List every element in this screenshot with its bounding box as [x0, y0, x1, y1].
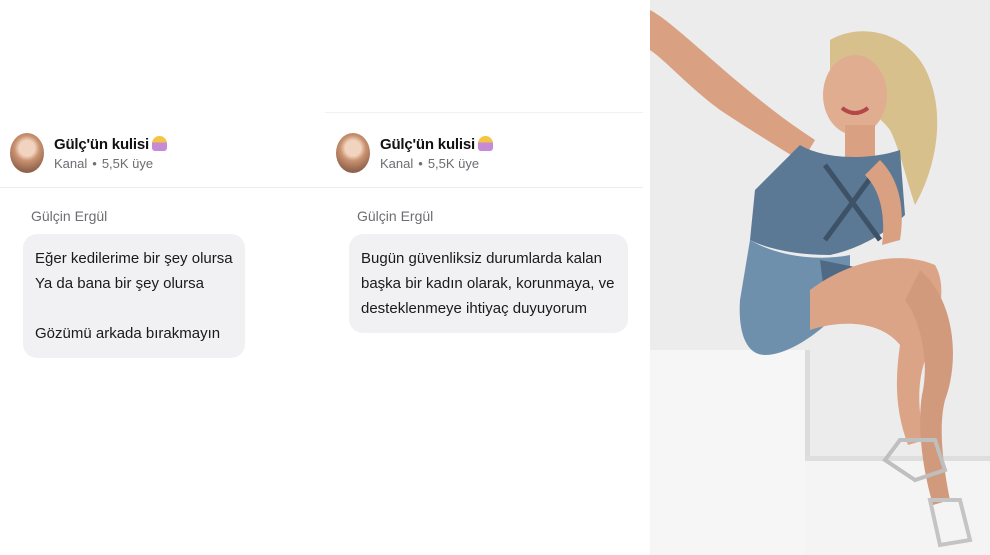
member-count: 5,5K üye	[101, 155, 154, 171]
portrait-photo	[650, 0, 990, 555]
portrait-illustration	[650, 0, 990, 555]
message-line: Ya da bana bir şey olursa	[35, 275, 204, 292]
message-sender: Gülçin Ergül	[357, 208, 434, 224]
channel-avatar[interactable]	[10, 133, 44, 173]
channel-meta: Gülç'ün kulisi Kanal • 5,5K üye	[54, 135, 167, 171]
channel-type: Kanal	[54, 155, 88, 171]
separator-dot: •	[92, 155, 97, 171]
separator-dot: •	[418, 155, 423, 171]
channel-subtitle: Kanal • 5,5K üye	[54, 156, 167, 171]
woman-tipping-hand-emoji-icon	[477, 135, 493, 151]
top-divider	[325, 112, 643, 113]
message-screenshot-middle: Gülç'ün kulisi Kanal • 5,5K üye Gülçin Erg…	[325, 0, 643, 555]
channel-avatar[interactable]	[336, 133, 370, 173]
message-bubble[interactable]: Bugün güvenliksiz durumlarda kalan başka…	[349, 234, 628, 333]
message-line: desteklenmeye ihtiyaç duyuyorum	[361, 300, 587, 317]
channel-type: Kanal	[380, 155, 414, 171]
message-line: Bugün güvenliksiz durumlarda kalan	[361, 250, 602, 267]
message-line: Gözümü arkada bırakmayın	[35, 325, 221, 342]
channel-name: Gülç'ün kulisi	[54, 135, 167, 153]
channel-name-text: Gülç'ün kulisi	[380, 135, 475, 153]
channel-meta: Gülç'ün kulisi Kanal • 5,5K üye	[380, 135, 493, 171]
message-screenshot-left: Gülç'ün kulisi Kanal • 5,5K üye Gülçin Erg…	[0, 0, 325, 555]
message-sender: Gülçin Ergül	[31, 208, 108, 224]
woman-tipping-hand-emoji-icon	[151, 135, 167, 151]
header-divider	[325, 187, 643, 188]
channel-header[interactable]: Gülç'ün kulisi Kanal • 5,5K üye	[336, 128, 493, 178]
channel-subtitle: Kanal • 5,5K üye	[380, 156, 493, 171]
message-line: Eğer kedilerime bir şey olursa	[35, 250, 233, 267]
channel-header[interactable]: Gülç'ün kulisi Kanal • 5,5K üye	[10, 128, 167, 178]
channel-name: Gülç'ün kulisi	[380, 135, 493, 153]
channel-name-text: Gülç'ün kulisi	[54, 135, 149, 153]
message-line: başka bir kadın olarak, korunmaya, ve	[361, 275, 615, 292]
header-divider	[0, 187, 325, 188]
message-bubble[interactable]: Eğer kedilerime bir şey olursa Ya da ban…	[23, 234, 245, 358]
member-count: 5,5K üye	[427, 155, 480, 171]
